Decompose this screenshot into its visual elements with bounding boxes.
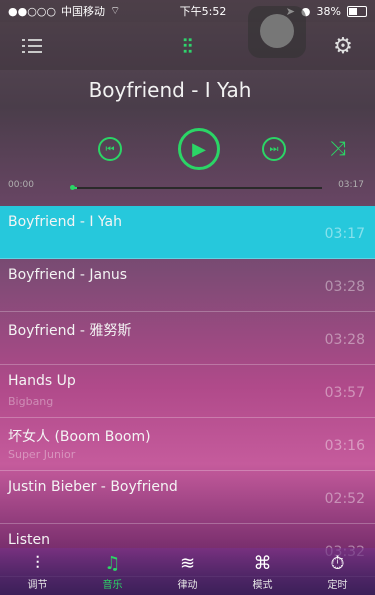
equalizer-icon: ⫶⫶ (182, 34, 193, 58)
gear-icon: ⚙ (333, 33, 353, 59)
battery-percent: 38% (316, 4, 341, 18)
equalizer-button[interactable]: ⫶⫶ (174, 32, 202, 60)
next-button[interactable]: ⏭ (262, 137, 286, 161)
song-row[interactable]: Justin Bieber - Boyfriend 02:52 (0, 471, 375, 524)
song-artist: Super Junior (8, 448, 76, 461)
tab-rhythm[interactable]: ≋ 律动 (158, 553, 218, 591)
status-time: 下午5:52 (179, 5, 227, 18)
next-icon: ⏭ (269, 143, 279, 155)
tab-mode[interactable]: ⌘ 模式 (233, 553, 293, 591)
bottom-tab-bar: ⫶ 调节 ♫ 音乐 ≋ 律动 ⌘ 模式 ⏱ 定时 (0, 548, 375, 595)
song-list: Boyfriend - I Yah 03:17 Boyfriend - Janu… (0, 206, 375, 577)
shuffle-button[interactable]: ⤨ (330, 136, 346, 160)
settings-button[interactable]: ⚙ (329, 32, 357, 60)
song-duration: 03:16 (324, 438, 365, 454)
status-left: ●●○○○ 中国移动 ⌔ (8, 3, 120, 19)
top-toolbar: ⫶⫶ ⚙ (0, 22, 375, 70)
now-playing-title: Boyfriend - I Yah (88, 78, 252, 102)
tab-label: 模式 (252, 579, 273, 591)
song-row[interactable]: Boyfriend - 雅努斯 03:28 (0, 312, 375, 365)
equalizer-icon: ⫶ (35, 552, 40, 574)
menu-list-icon (22, 39, 42, 53)
song-duration: 03:17 (324, 226, 365, 242)
playback-controls: ⏮ ▶ ⏭ ⤨ (0, 128, 375, 172)
song-duration: 03:57 (324, 385, 365, 401)
tab-adjust[interactable]: ⫶ 调节 (8, 553, 68, 591)
play-icon: ▶ (192, 138, 206, 160)
command-icon: ⌘ (253, 552, 272, 574)
song-title: Boyfriend - I Yah (8, 214, 123, 230)
progress-area: 00:00 03:17 (8, 180, 364, 194)
song-duration: 03:28 (324, 332, 365, 348)
song-row[interactable]: 坏女人 (Boom Boom) Super Junior 03:16 (0, 418, 375, 471)
tab-label: 律动 (177, 579, 198, 591)
progress-slider[interactable] (70, 185, 322, 190)
previous-button[interactable]: ⏮ (98, 137, 122, 161)
signal-indicator: ●●○○○ (8, 4, 56, 18)
progress-fill (70, 185, 77, 190)
total-time: 03:17 (338, 180, 364, 190)
song-title: Boyfriend - Janus (8, 267, 128, 283)
song-duration: 02:52 (324, 491, 365, 507)
wifi-icon: ⌔ (110, 4, 121, 17)
song-title: 坏女人 (Boom Boom) (8, 429, 151, 445)
song-row[interactable]: Boyfriend - Janus 03:28 (0, 259, 375, 312)
tab-label: 调节 (27, 579, 48, 591)
wave-icon: ≋ (179, 552, 196, 574)
tab-music[interactable]: ♫ 音乐 (83, 553, 143, 591)
tab-timer[interactable]: ⏱ 定时 (308, 553, 368, 591)
menu-button[interactable] (18, 32, 46, 60)
song-title: Hands Up (8, 373, 76, 389)
previous-icon: ⏮ (105, 143, 115, 155)
progress-knob[interactable] (70, 185, 75, 190)
song-title: Boyfriend - 雅努斯 (8, 323, 132, 339)
song-row[interactable]: Boyfriend - I Yah 03:17 (0, 206, 375, 259)
tab-label: 音乐 (102, 579, 123, 591)
song-title: Justin Bieber - Boyfriend (8, 479, 178, 495)
shuffle-icon: ⤨ (330, 136, 346, 160)
song-artist: Bigbang (8, 395, 54, 408)
battery-icon (346, 5, 367, 17)
song-duration: 03:28 (324, 279, 365, 295)
song-title: Listen (8, 532, 50, 548)
play-button[interactable]: ▶ (178, 128, 220, 170)
song-row[interactable]: Hands Up Bigbang 03:57 (0, 365, 375, 418)
tab-label: 定时 (327, 579, 348, 591)
carrier-name: 中国移动 (61, 5, 105, 18)
music-note-icon: ♫ (104, 552, 121, 574)
status-bar: ●●○○○ 中国移动 ⌔ 下午5:52 ➤ ● 38% (0, 0, 375, 22)
elapsed-time: 00:00 (8, 180, 34, 190)
assistive-touch-button[interactable] (248, 6, 306, 58)
timer-icon: ⏱ (330, 552, 345, 574)
